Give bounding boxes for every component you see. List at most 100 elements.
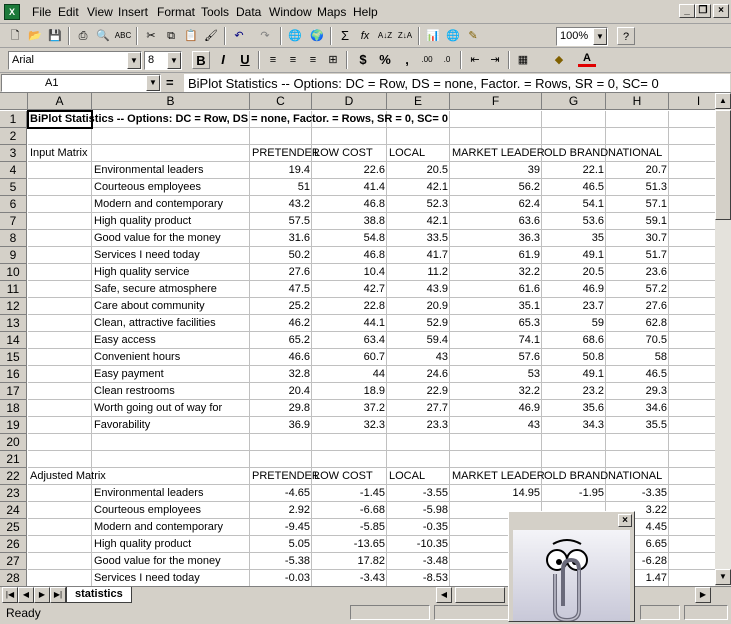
sort-descending-icon[interactable]: Z↓A xyxy=(396,27,414,45)
grid-cell[interactable] xyxy=(606,434,669,451)
column-label[interactable]: NATIONAL xyxy=(606,145,669,162)
value-cell[interactable]: -5.38 xyxy=(250,553,312,570)
chevron-down-icon[interactable]: ▼ xyxy=(167,52,181,69)
grid-cell[interactable] xyxy=(387,434,450,451)
value-cell[interactable]: 14.95 xyxy=(450,485,542,502)
column-label[interactable]: MARKET LEADER xyxy=(450,145,545,162)
column-header-c[interactable]: C xyxy=(250,93,312,110)
value-cell[interactable]: 20.9 xyxy=(387,298,450,315)
row-label[interactable]: Courteous employees xyxy=(92,502,250,519)
function-icon[interactable]: fx xyxy=(356,27,374,45)
fill-color-icon[interactable]: ◆ xyxy=(550,51,568,69)
value-cell[interactable]: 24.6 xyxy=(387,366,450,383)
row-label[interactable]: Worth going out of way for xyxy=(92,400,250,417)
web-toolbar-icon[interactable]: 🌍 xyxy=(308,27,326,45)
grid-cell[interactable] xyxy=(28,247,92,264)
grid-cell[interactable] xyxy=(669,502,715,519)
value-cell[interactable]: 27.7 xyxy=(387,400,450,417)
value-cell[interactable]: 35 xyxy=(542,230,606,247)
value-cell[interactable]: 29.3 xyxy=(606,383,669,400)
column-header-e[interactable]: E xyxy=(387,93,450,110)
row-label[interactable]: Environmental leaders xyxy=(92,485,250,502)
grid-cell[interactable] xyxy=(669,400,715,417)
value-cell[interactable]: 20.5 xyxy=(542,264,606,281)
office-assistant-icon[interactable]: ? xyxy=(617,27,635,45)
grid-cell[interactable] xyxy=(92,128,250,145)
currency-icon[interactable]: $ xyxy=(354,51,372,69)
value-cell[interactable]: 23.2 xyxy=(542,383,606,400)
value-cell[interactable]: 59.1 xyxy=(606,213,669,230)
value-cell[interactable]: 68.6 xyxy=(542,332,606,349)
column-label[interactable]: PRETENDER xyxy=(250,468,320,485)
value-cell[interactable]: 27.6 xyxy=(250,264,312,281)
value-cell[interactable]: -8.53 xyxy=(387,570,450,586)
value-cell[interactable]: 43.2 xyxy=(250,196,312,213)
value-cell[interactable]: 38.8 xyxy=(312,213,387,230)
row-label[interactable]: Care about community xyxy=(92,298,250,315)
align-right-icon[interactable]: ≡ xyxy=(304,51,322,69)
grid-cell[interactable] xyxy=(250,434,312,451)
grid-cell[interactable] xyxy=(28,230,92,247)
row-label[interactable]: Services I need today xyxy=(92,247,250,264)
row-header-10[interactable]: 10 xyxy=(0,264,27,281)
row-header-25[interactable]: 25 xyxy=(0,519,27,536)
grid-cell[interactable] xyxy=(312,434,387,451)
borders-icon[interactable]: ▦ xyxy=(514,51,532,69)
row-label[interactable]: Good value for the money xyxy=(92,230,250,247)
row-header-24[interactable]: 24 xyxy=(0,502,27,519)
grid-cell[interactable] xyxy=(28,128,92,145)
undo-icon[interactable]: ↶ xyxy=(230,27,248,45)
prev-sheet-icon[interactable]: ◀ xyxy=(18,587,34,603)
menu-data[interactable]: Data xyxy=(236,5,261,19)
grid-cell[interactable] xyxy=(28,366,92,383)
equals-sign[interactable]: = xyxy=(166,75,174,90)
comma-style-icon[interactable]: , xyxy=(398,51,416,69)
value-cell[interactable]: 59.4 xyxy=(387,332,450,349)
value-cell[interactable]: 74.1 xyxy=(450,332,542,349)
value-cell[interactable]: 47.5 xyxy=(250,281,312,298)
increase-indent-icon[interactable]: ⇥ xyxy=(486,51,504,69)
menu-edit[interactable]: Edit xyxy=(58,5,79,19)
value-cell[interactable]: 32.2 xyxy=(450,383,542,400)
grid-cell[interactable] xyxy=(28,162,92,179)
decrease-indent-icon[interactable]: ⇤ xyxy=(466,51,484,69)
column-label[interactable]: PRETENDER xyxy=(250,145,320,162)
grid-cell[interactable] xyxy=(28,553,92,570)
value-cell[interactable]: 51.3 xyxy=(606,179,669,196)
grid-cell[interactable] xyxy=(606,451,669,468)
value-cell[interactable]: -10.35 xyxy=(387,536,450,553)
grid-cell[interactable] xyxy=(669,179,715,196)
last-sheet-icon[interactable]: ▶| xyxy=(50,587,66,603)
grid-cell[interactable] xyxy=(450,128,542,145)
value-cell[interactable]: 61.6 xyxy=(450,281,542,298)
chevron-down-icon[interactable]: ▼ xyxy=(146,75,160,91)
grid-cell[interactable] xyxy=(28,570,92,586)
scroll-thumb[interactable] xyxy=(715,110,731,220)
row-header-17[interactable]: 17 xyxy=(0,383,27,400)
value-cell[interactable]: 11.2 xyxy=(387,264,450,281)
decrease-decimal-icon[interactable]: .0 xyxy=(438,51,456,69)
value-cell[interactable]: 46.5 xyxy=(606,366,669,383)
save-icon[interactable]: 💾 xyxy=(46,27,64,45)
value-cell[interactable]: 41.7 xyxy=(387,247,450,264)
value-cell[interactable]: 44.1 xyxy=(312,315,387,332)
spelling-icon[interactable]: ABC xyxy=(114,27,132,45)
row-header-16[interactable]: 16 xyxy=(0,366,27,383)
menu-tools[interactable]: Tools xyxy=(201,5,229,19)
vertical-scrollbar[interactable]: ▲ ▼ xyxy=(715,93,731,586)
row-header-14[interactable]: 14 xyxy=(0,332,27,349)
value-cell[interactable]: 42.1 xyxy=(387,179,450,196)
value-cell[interactable]: -0.03 xyxy=(250,570,312,586)
value-cell[interactable]: 18.9 xyxy=(312,383,387,400)
row-header-21[interactable]: 21 xyxy=(0,451,27,468)
increase-decimal-icon[interactable]: .00 xyxy=(418,51,436,69)
menu-window[interactable]: Window xyxy=(269,5,312,19)
grid-cell[interactable] xyxy=(250,451,312,468)
row-header-28[interactable]: 28 xyxy=(0,570,27,586)
value-cell[interactable]: 57.5 xyxy=(250,213,312,230)
value-cell[interactable]: 29.8 xyxy=(250,400,312,417)
row-header-11[interactable]: 11 xyxy=(0,281,27,298)
row-label[interactable]: Safe, secure atmosphere xyxy=(92,281,250,298)
value-cell[interactable]: 36.3 xyxy=(450,230,542,247)
value-cell[interactable]: -0.35 xyxy=(387,519,450,536)
